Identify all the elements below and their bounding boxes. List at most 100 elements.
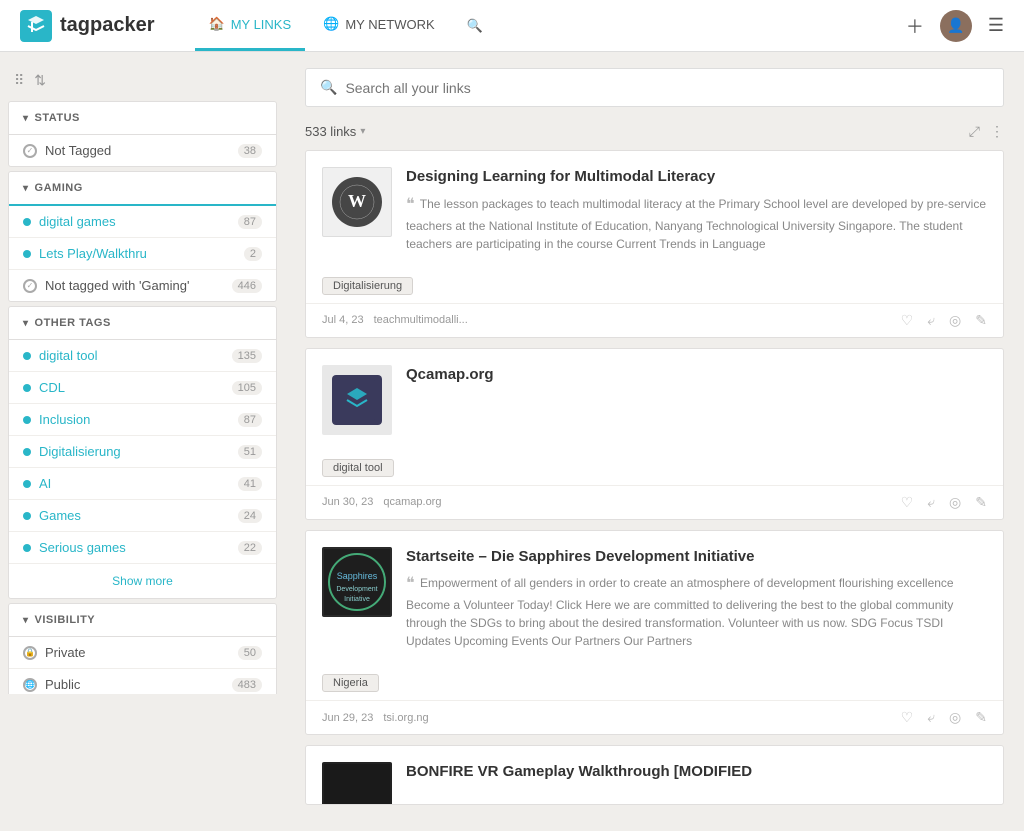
card-sapphires: Sapphires Development Initiative Startse…: [305, 530, 1004, 736]
edit-links-button[interactable]: ⤢: [969, 123, 980, 140]
edit-button[interactable]: ✎: [975, 494, 987, 511]
globe-button[interactable]: ◎: [949, 312, 961, 329]
card-content: Qcamap.org: [406, 365, 987, 435]
card-bonfire: BONFIRE VR Gameplay Walkthrough [MODIFIE…: [305, 745, 1004, 805]
drag-icon[interactable]: ⠿: [14, 72, 24, 89]
search-icon: 🔍: [467, 18, 483, 33]
tc-logo: [332, 375, 382, 425]
card-title[interactable]: Designing Learning for Multimodal Litera…: [406, 167, 987, 187]
card-tags: Digitalisierung: [306, 269, 1003, 303]
check-circle-icon: ✓: [23, 279, 37, 293]
nav-my-network[interactable]: 🌐 MY NETWORK: [309, 0, 449, 51]
sidebar-status-section: ▾ STATUS ✓ Not Tagged 38: [8, 101, 277, 167]
sidebar-item-cdl[interactable]: CDL 105: [9, 372, 276, 404]
card-title[interactable]: BONFIRE VR Gameplay Walkthrough [MODIFIE…: [406, 762, 987, 782]
sidebar-gaming-header[interactable]: ▾ GAMING: [9, 172, 276, 206]
logo-text: tagpacker: [60, 14, 155, 37]
avatar[interactable]: 👤: [940, 10, 972, 42]
edit-button[interactable]: ✎: [975, 709, 987, 726]
card-tags: digital tool: [306, 451, 1003, 485]
card-tags: Nigeria: [306, 666, 1003, 700]
card-footer-actions: ♡ ⤶ ◎ ✎: [901, 494, 987, 511]
card-date: Jun 29, 23: [322, 712, 373, 724]
card-designing-learning: W Designing Learning for Multimodal Lite…: [305, 150, 1004, 338]
share-button[interactable]: ⤶: [927, 494, 935, 511]
sidebar-item-not-tagged-gaming[interactable]: ✓ Not tagged with 'Gaming' 446: [9, 270, 276, 301]
card-body: Sapphires Development Initiative Startse…: [306, 531, 1003, 667]
sidebar-status-header[interactable]: ▾ STATUS: [9, 102, 276, 135]
menu-button[interactable]: ☰: [988, 15, 1004, 36]
sidebar-visibility-section: ▾ VISIBILITY 🔒 Private 50 🌐 Public 483: [8, 603, 277, 694]
nav-search[interactable]: 🔍: [453, 2, 497, 50]
card-thumbnail: W: [322, 167, 392, 237]
sidebar-item-ai[interactable]: AI 41: [9, 468, 276, 500]
sidebar-item-private[interactable]: 🔒 Private 50: [9, 637, 276, 669]
home-icon: 🏠: [209, 16, 225, 32]
card-tag[interactable]: digital tool: [322, 459, 394, 477]
sidebar-item-digitalisierung[interactable]: Digitalisierung 51: [9, 436, 276, 468]
sidebar-item-games[interactable]: Games 24: [9, 500, 276, 532]
logo[interactable]: tagpacker: [20, 10, 155, 42]
edit-button[interactable]: ✎: [975, 312, 987, 329]
share-button[interactable]: ⤶: [927, 312, 935, 329]
svg-text:Initiative: Initiative: [344, 596, 370, 603]
sidebar-item-digital-tool[interactable]: digital tool 135: [9, 340, 276, 372]
card-body: Qcamap.org: [306, 349, 1003, 451]
dot-icon: [23, 384, 31, 392]
search-input[interactable]: [345, 80, 989, 96]
sidebar-gaming-section: ▾ GAMING digital games 87 Lets Play/Walk…: [8, 171, 277, 302]
sidebar-item-lets-play[interactable]: Lets Play/Walkthru 2: [9, 238, 276, 270]
card-title[interactable]: Startseite – Die Sapphires Development I…: [406, 547, 987, 567]
dot-icon: [23, 416, 31, 424]
card-source: tsi.org.ng: [383, 712, 428, 724]
dot-icon: [23, 480, 31, 488]
sidebar-toolbar: ⠿ ⇅: [0, 64, 285, 97]
dot-icon: [23, 218, 31, 226]
like-button[interactable]: ♡: [901, 494, 914, 511]
card-excerpt: ❝ Empowerment of all genders in order to…: [406, 572, 987, 650]
card-footer: Jul 4, 23 teachmultimodalli... ♡ ⤶ ◎ ✎: [306, 303, 1003, 337]
sidebar-item-serious-games[interactable]: Serious games 22: [9, 532, 276, 564]
card-content: BONFIRE VR Gameplay Walkthrough [MODIFIE…: [406, 762, 987, 805]
sidebar-visibility-header[interactable]: ▾ VISIBILITY: [9, 604, 276, 637]
chevron-down-icon: ▾: [23, 183, 29, 194]
card-date: Jun 30, 23: [322, 496, 373, 508]
header: tagpacker 🏠 MY LINKS 🌐 MY NETWORK 🔍 ＋ 👤 …: [0, 0, 1024, 52]
logo-icon: [20, 10, 52, 42]
header-right: ＋ 👤 ☰: [906, 10, 1004, 42]
globe-button[interactable]: ◎: [949, 494, 961, 511]
sidebar-item-public[interactable]: 🌐 Public 483: [9, 669, 276, 694]
sidebar-item-not-tagged[interactable]: ✓ Not Tagged 38: [9, 135, 276, 166]
dot-icon: [23, 512, 31, 520]
card-tag[interactable]: Digitalisierung: [322, 277, 413, 295]
links-toolbar: 533 links ▾ ⤢ ⋮: [305, 123, 1004, 140]
chevron-down-icon: ▾: [360, 126, 365, 137]
share-button[interactable]: ⤶: [927, 709, 935, 726]
card-footer: Jun 29, 23 tsi.org.ng ♡ ⤶ ◎ ✎: [306, 700, 1003, 734]
card-excerpt: ❝ The lesson packages to teach multimoda…: [406, 193, 987, 253]
like-button[interactable]: ♡: [901, 312, 914, 329]
sidebar-item-digital-games[interactable]: digital games 87: [9, 206, 276, 238]
sidebar: ⠿ ⇅ ▾ STATUS ✓ Not Tagged 38 ▾ GAMING: [0, 52, 285, 694]
show-more-button[interactable]: Show more: [9, 564, 276, 598]
globe-icon: 🌐: [23, 678, 37, 692]
card-tag[interactable]: Nigeria: [322, 674, 379, 692]
card-footer: Jun 30, 23 qcamap.org ♡ ⤶ ◎ ✎: [306, 485, 1003, 519]
sort-icon[interactable]: ⇅: [34, 72, 46, 89]
svg-text:W: W: [348, 191, 366, 211]
like-button[interactable]: ♡: [901, 709, 914, 726]
add-button[interactable]: ＋: [906, 13, 924, 39]
card-body: BONFIRE VR Gameplay Walkthrough [MODIFIE…: [306, 746, 1003, 805]
card-source: teachmultimodalli...: [374, 314, 468, 326]
card-title[interactable]: Qcamap.org: [406, 365, 987, 385]
links-count[interactable]: 533 links ▾: [305, 124, 365, 139]
sidebar-other-tags-header[interactable]: ▾ OTHER TAGS: [9, 307, 276, 340]
chevron-down-icon: ▾: [23, 113, 29, 124]
sidebar-item-inclusion[interactable]: Inclusion 87: [9, 404, 276, 436]
nav-my-links[interactable]: 🏠 MY LINKS: [195, 0, 306, 51]
dot-icon: [23, 352, 31, 360]
globe-button[interactable]: ◎: [949, 709, 961, 726]
more-options-button[interactable]: ⋮: [990, 123, 1004, 140]
dot-icon: [23, 544, 31, 552]
card-content: Designing Learning for Multimodal Litera…: [406, 167, 987, 253]
